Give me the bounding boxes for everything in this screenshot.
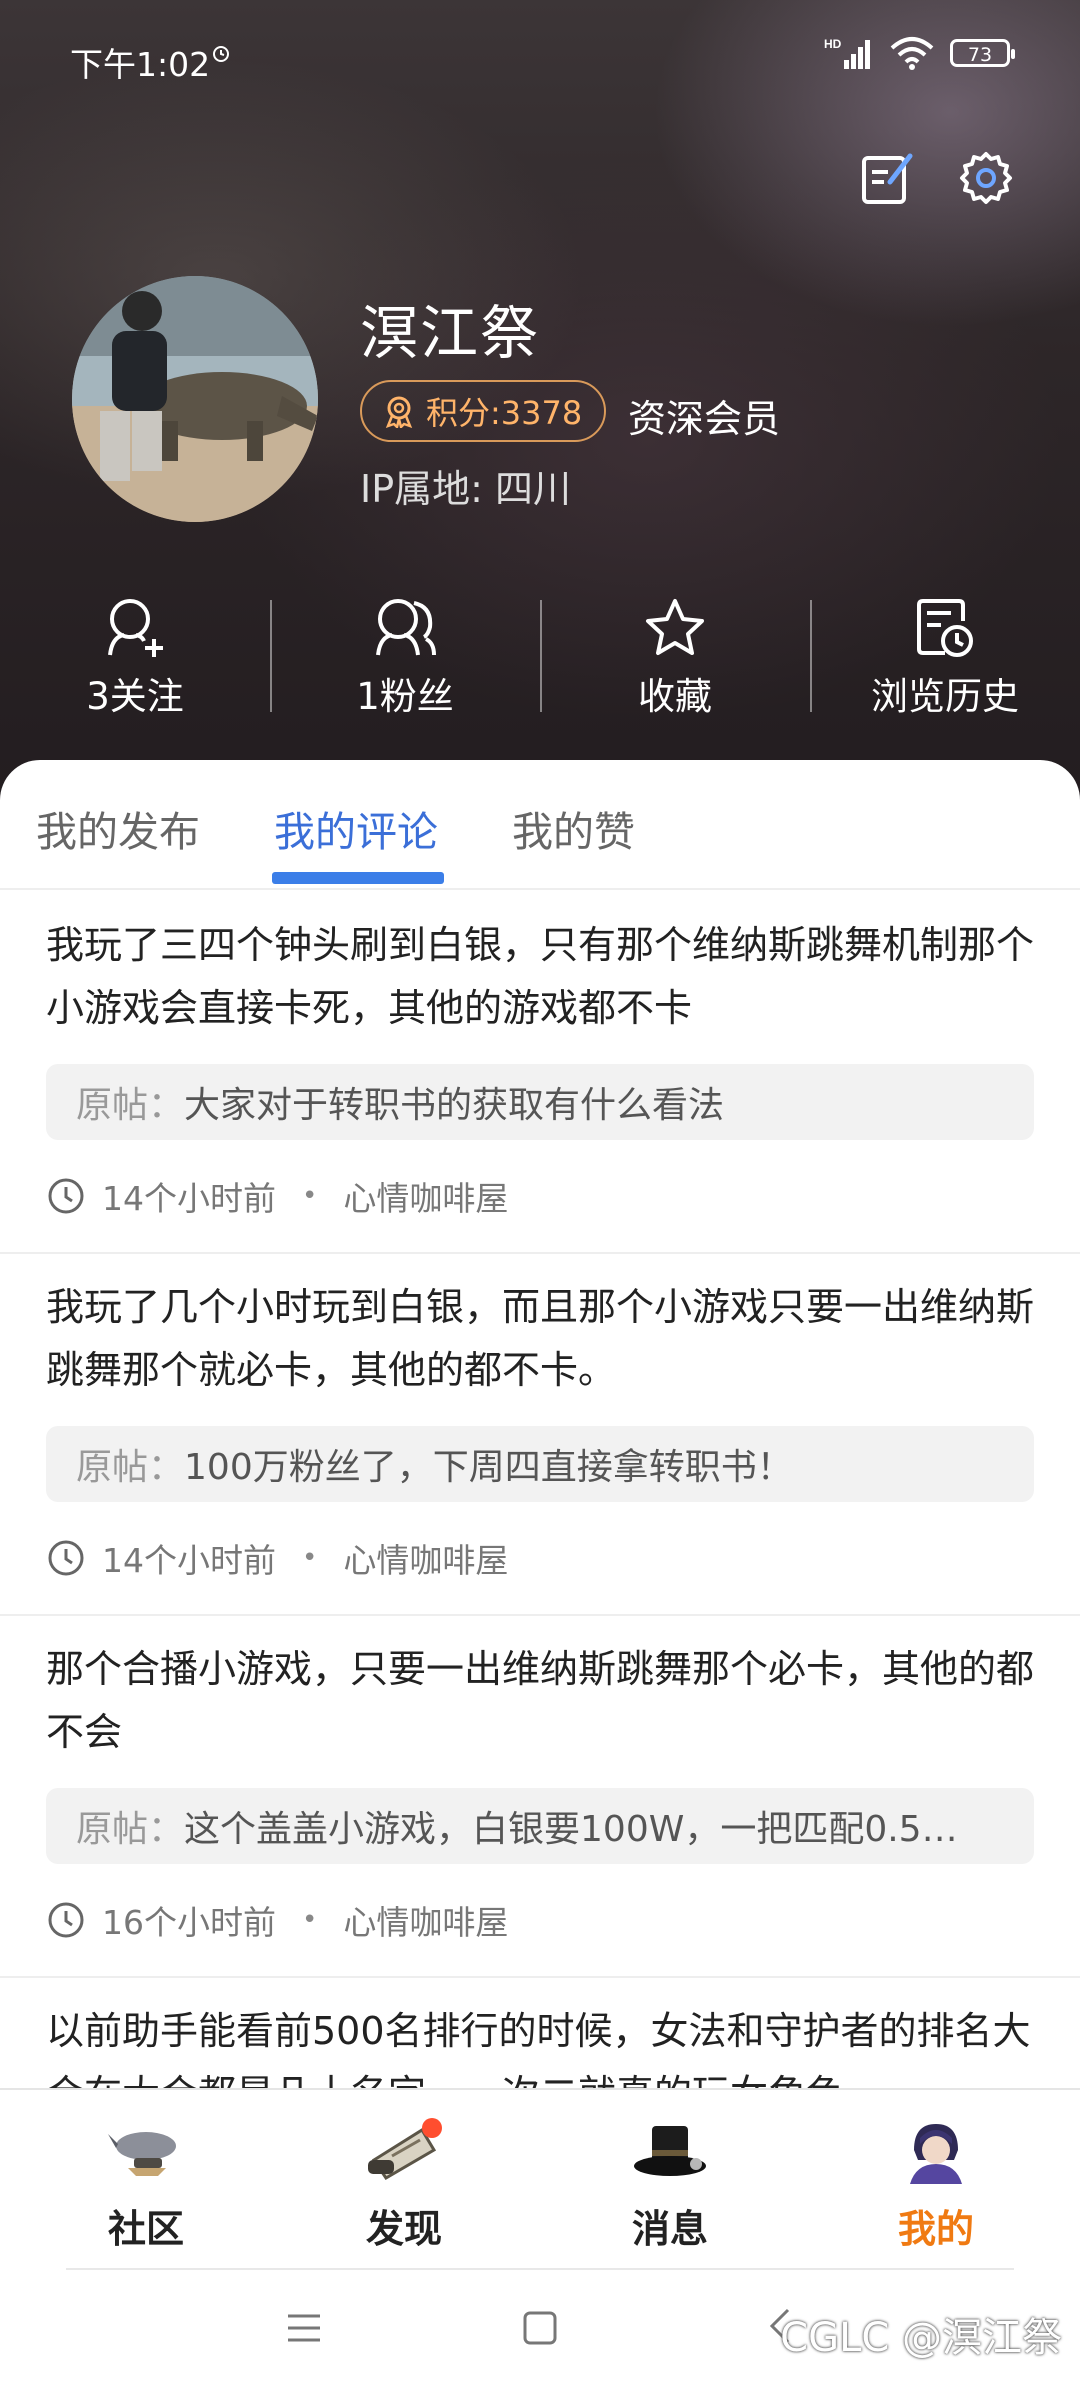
comment-board[interactable]: 心情咖啡屋	[343, 1896, 508, 1944]
meta-separator: •	[302, 1181, 318, 1211]
stat-history[interactable]: 浏览历史	[810, 596, 1080, 726]
original-post-prefix: 原帖：	[76, 1085, 185, 1126]
star-icon	[646, 599, 704, 655]
original-post-link[interactable]: 原帖： 100万粉丝了，下周四直接拿转职书！	[46, 1426, 1034, 1502]
clock-icon	[48, 1178, 84, 1214]
stat-follow-label: 3关注	[86, 675, 184, 718]
original-post-prefix: 原帖：	[76, 1809, 185, 1850]
stat-fans[interactable]: 1粉丝	[270, 596, 540, 726]
signal-icon: HD	[824, 37, 870, 69]
tab-my-likes[interactable]: 我的赞	[512, 798, 635, 858]
fans-icon	[376, 599, 436, 656]
character-avatar-icon	[910, 2124, 962, 2184]
medal-icon	[385, 396, 413, 428]
comment-time: 14个小时前	[102, 1179, 276, 1218]
comment-board[interactable]: 心情咖啡屋	[343, 1534, 508, 1582]
stats-bar: 3关注 1粉丝 收藏 浏览历史	[0, 596, 1080, 726]
points-badge[interactable]: 积分:3378	[360, 380, 607, 442]
nav-me-label: 我的	[897, 2207, 974, 2251]
alarm-icon	[213, 46, 229, 62]
history-icon	[917, 599, 973, 657]
notification-badge	[422, 2118, 442, 2138]
nav-messages-label: 消息	[631, 2207, 708, 2251]
top-hat-icon	[634, 2126, 706, 2176]
comment-item[interactable]: 我玩了几个小时玩到白银，而且那个小游戏只要一出维纳斯跳舞那个就必卡，其他的都不卡…	[0, 1252, 1080, 1616]
meta-separator: •	[302, 1905, 318, 1935]
status-bar: 下午1:02 HD 73	[70, 34, 1015, 84]
svg-text:HD: HD	[824, 37, 842, 51]
nav-messages[interactable]: 消息	[580, 2120, 760, 2253]
edit-profile-button[interactable]	[860, 150, 916, 206]
bottom-nav: 社区 发现 消息 我的	[0, 2088, 1080, 2270]
comment-meta: 16个小时前 • 心情咖啡屋	[46, 1896, 508, 1944]
nav-community[interactable]: 社区	[56, 2120, 236, 2253]
stat-favorites-label: 收藏	[638, 675, 712, 718]
tab-active-indicator	[272, 872, 444, 884]
nav-community-label: 社区	[107, 2207, 184, 2251]
airship-icon	[108, 2132, 176, 2176]
content-sheet: 我的发布 我的评论 我的赞 我玩了三四个钟头刷到白银，只有那个维纳斯跳舞机制那个…	[0, 760, 1080, 2090]
comment-meta: 14个小时前 • 心情咖啡屋	[46, 1172, 508, 1220]
comment-time: 16个小时前	[102, 1903, 276, 1942]
original-post-title: 100万粉丝了，下周四直接拿转职书！	[184, 1447, 793, 1488]
comment-board[interactable]: 心情咖啡屋	[343, 1172, 508, 1220]
comment-item[interactable]: 那个合播小游戏，只要一出维纳斯跳舞那个必卡，其他的都不会 原帖： 这个盖盖小游戏…	[0, 1614, 1080, 1978]
username: 溟江祭	[360, 299, 541, 367]
points-label: 积分:3378	[426, 394, 583, 432]
clock-icon	[48, 1902, 84, 1938]
comment-time: 14个小时前	[102, 1541, 276, 1580]
home-icon[interactable]	[522, 2310, 558, 2346]
profile-header: 下午1:02 HD 73 溟江祭 积分:3378 资深会员 IP属地: 四川 3…	[0, 0, 1080, 800]
nav-discover[interactable]: 发现	[314, 2118, 494, 2253]
avatar-photo-icon	[72, 276, 318, 522]
original-post-title: 大家对于转职书的获取有什么看法	[184, 1085, 725, 1126]
gear-icon	[960, 152, 1012, 204]
comment-text: 我玩了三四个钟头刷到白银，只有那个维纳斯跳舞机制那个小游戏会直接卡死，其他的游戏…	[46, 923, 1035, 1030]
stat-fans-label: 1粉丝	[356, 675, 454, 718]
tab-my-comments[interactable]: 我的评论	[274, 798, 438, 858]
clock-icon	[48, 1540, 84, 1576]
menu-icon[interactable]	[286, 2310, 322, 2346]
ip-location: IP属地: 四川	[360, 467, 572, 511]
comment-text: 以前助手能看前500名排行的时候，女法和守护者的排名大合在大合都是几十名字，一次…	[46, 2009, 1031, 2090]
original-post-link[interactable]: 原帖： 这个盖盖小游戏，白银要100W，一把匹配0.5…	[46, 1788, 1034, 1864]
tab-bar: 我的发布 我的评论 我的赞	[0, 760, 1080, 890]
meta-separator: •	[302, 1543, 318, 1573]
avatar[interactable]	[72, 276, 318, 522]
comment-text: 那个合播小游戏，只要一出维纳斯跳舞那个必卡，其他的都不会	[46, 1647, 1035, 1754]
nav-discover-label: 发现	[365, 2207, 442, 2251]
status-time: 下午1:02	[70, 45, 211, 84]
stat-favorites[interactable]: 收藏	[540, 596, 810, 726]
original-post-prefix: 原帖：	[76, 1447, 185, 1488]
tab-my-posts[interactable]: 我的发布	[36, 798, 200, 858]
original-post-link[interactable]: 原帖： 大家对于转职书的获取有什么看法	[46, 1064, 1034, 1140]
battery-indicator: 73	[950, 39, 1015, 67]
member-level: 资深会员	[628, 397, 781, 441]
comment-text: 我玩了几个小时玩到白银，而且那个小游戏只要一出维纳斯跳舞那个就必卡，其他的都不卡…	[46, 1285, 1035, 1392]
comment-item[interactable]: 以前助手能看前500名排行的时候，女法和守护者的排名大合在大合都是几十名字，一次…	[0, 1976, 1080, 2090]
original-post-title: 这个盖盖小游戏，白银要100W，一把匹配0.5…	[184, 1809, 958, 1850]
stat-history-label: 浏览历史	[871, 675, 1019, 718]
watermark: CGLC @溟江祭	[780, 2315, 1062, 2361]
nav-me[interactable]: 我的	[846, 2120, 1026, 2253]
stat-follow[interactable]: 3关注	[0, 596, 270, 726]
settings-button[interactable]	[958, 150, 1014, 206]
comment-meta: 14个小时前 • 心情咖啡屋	[46, 1534, 508, 1582]
edit-note-icon	[862, 153, 913, 204]
wifi-icon	[890, 37, 934, 70]
comment-item[interactable]: 我玩了三四个钟头刷到白银，只有那个维纳斯跳舞机制那个小游戏会直接卡死，其他的游戏…	[0, 890, 1080, 1254]
follow-icon	[108, 599, 163, 657]
